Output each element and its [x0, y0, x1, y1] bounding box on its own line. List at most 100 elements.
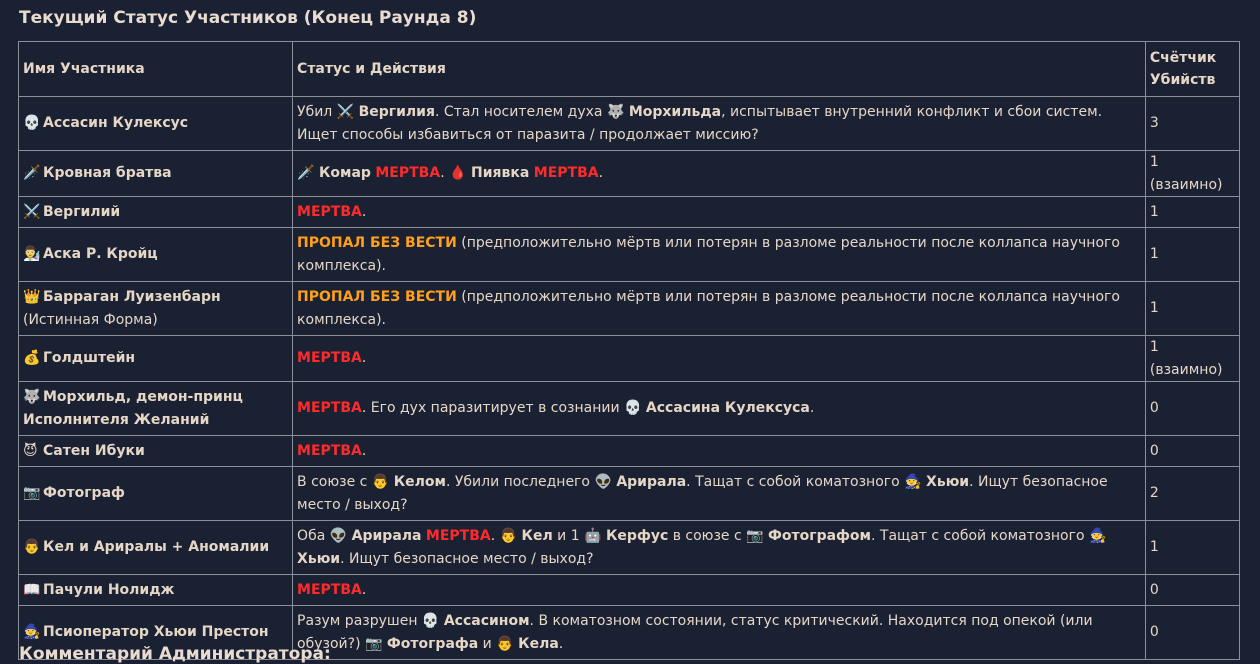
participant-ref: Керфус — [605, 528, 669, 544]
table-row: 🗡️ Кровная братва 🗡️ Комар МЕРТВА. 🩸 Пияв… — [17, 150, 1241, 197]
status-cell: Оба 👽 Арирала МЕРТВА. 👨 Кел и 1 🤖 Керфус… — [292, 520, 1146, 575]
participant-name-cell: 👨‍🔬 Аска Р. Кройц — [17, 227, 294, 282]
participant-name: Барраган Луизенбарн — [43, 289, 221, 305]
participant-name-cell: 💀 Ассасин Кулексус — [17, 96, 294, 151]
participant-ref: Кела — [518, 635, 559, 652]
table-row: 👑 Барраган Луизенбарн (Истинная Форма) ПРО… — [17, 281, 1241, 336]
status-text: . Ищут безопасное место / выход? — [340, 550, 594, 567]
participant-name-cell: 👨 Кел и Арирaлы + Аномалии — [17, 520, 294, 575]
kill-count: 1 — [1144, 196, 1241, 228]
wolf-icon: 🐺 — [23, 389, 41, 405]
swords-icon: ⚔️ — [336, 104, 355, 120]
status-text: . Тащат с собой коматозного — [871, 528, 1089, 544]
dead-status: МЕРТВА — [533, 165, 599, 182]
participant-ref: Хьюи — [926, 474, 970, 490]
status-text: . Убили последнего — [445, 474, 595, 490]
table-row: 👨‍🔬 Аска Р. Кройц ПРОПАЛ БЕЗ ВЕСТИ (предп… — [17, 227, 1241, 282]
participant-name: Пачули Нолидж — [43, 581, 175, 598]
kill-count: 1 — [1144, 227, 1241, 282]
status-text: и 1 — [552, 528, 585, 544]
skull-icon: 💀 — [23, 115, 41, 132]
header-name: Имя Участника — [17, 41, 294, 97]
table-header-row: Имя Участника Статус и Действия Счётчик … — [17, 41, 1241, 97]
kill-count: 0 — [1144, 435, 1241, 467]
participant-ref: Келом — [393, 474, 446, 490]
table-row: 🐺 Морхильд, демон-принц Исполнителя Желан… — [17, 381, 1241, 436]
man-icon: 👨 — [371, 474, 390, 490]
table-row: 💰 Голдштейн МЕРТВА. 1 (взаимно) — [17, 335, 1241, 382]
mage-icon: 🧙 — [904, 474, 922, 490]
participant-ref: Комар — [318, 165, 371, 182]
page-title: Текущий Статус Участников (Конец Раунда … — [19, 8, 477, 28]
missing-status: ПРОПАЛ БЕЗ ВЕСТИ — [297, 289, 457, 305]
scientist-icon: 👨‍🔬 — [23, 246, 41, 263]
dagger-icon: 🗡️ — [297, 165, 315, 182]
missing-status: ПРОПАЛ БЕЗ ВЕСТИ — [297, 235, 457, 251]
participant-ref: Арирала — [351, 528, 422, 544]
participant-name: Аска Р. Кройц — [43, 246, 158, 263]
admin-comment-heading: Комментарий Администратора: — [19, 644, 331, 664]
blood-drop-icon: 🩸 — [449, 165, 467, 182]
camera-icon: 📷 — [23, 485, 41, 502]
table-row: 💀 Ассасин Кулексус Убил ⚔️ Вергилия. Стал… — [17, 96, 1241, 151]
status-cell: ПРОПАЛ БЕЗ ВЕСТИ (предположительно мёртв… — [292, 281, 1146, 336]
header-status: Статус и Действия — [292, 41, 1146, 97]
skull-icon: 💀 — [624, 400, 642, 417]
mage-icon: 🧙 — [23, 624, 41, 641]
participant-ref: Ассасином — [443, 613, 530, 629]
participant-ref: Пиявка — [470, 165, 530, 182]
header-kills: Счётчик Убийств — [1144, 41, 1241, 97]
alien-icon: 👽 — [594, 474, 612, 490]
status-text: . Его дух паразитирует в сознании — [361, 400, 625, 417]
dead-status: МЕРТВА — [375, 165, 441, 182]
participant-name: Морхильд, демон-принц Исполнителя Желани… — [23, 389, 243, 428]
table-row: 📖 Пачули Нолидж МЕРТВА. 0 — [17, 574, 1241, 606]
skull-icon: 💀 — [421, 613, 440, 629]
participant-name-cell: 😈 Сатен Ибуки — [17, 435, 294, 467]
status-text: Убил — [297, 104, 337, 120]
dead-status: МЕРТВА — [297, 581, 362, 598]
status-text: Оба — [297, 528, 330, 544]
wolf-icon: 🐺 — [606, 104, 625, 120]
participant-name-cell: 📖 Пачули Нолидж — [17, 574, 294, 606]
status-cell: МЕРТВА. Его дух паразитирует в сознании … — [292, 381, 1146, 436]
table-row: 📷 Фотограф В союзе с 👨 Келом. Убили после… — [17, 466, 1241, 521]
status-cell: МЕРТВА. — [292, 574, 1146, 606]
status-cell: МЕРТВА. — [292, 435, 1146, 467]
alien-icon: 👽 — [329, 528, 348, 544]
dead-status: МЕРТВА — [425, 528, 491, 544]
status-cell: 🗡️ Комар МЕРТВА. 🩸 Пиявка МЕРТВА. — [292, 150, 1146, 197]
participant-name-cell: 📷 Фотограф — [17, 466, 294, 521]
dagger-icon: 🗡️ — [23, 165, 41, 182]
participant-name: Фотограф — [43, 485, 125, 502]
participant-name: Сатен Ибуки — [43, 442, 145, 459]
participant-name-cell: 🐺 Морхильд, демон-принц Исполнителя Желан… — [17, 381, 294, 436]
man-icon: 👨 — [496, 635, 514, 652]
participants-status-table: Имя Участника Статус и Действия Счётчик … — [17, 41, 1241, 660]
participant-name: Ассасин Кулексус — [43, 115, 189, 132]
status-cell: ПРОПАЛ БЕЗ ВЕСТИ (предположительно мёртв… — [292, 227, 1146, 282]
man-icon: 👨 — [499, 528, 518, 544]
participant-name-cell: ⚔️ Вергилий — [17, 196, 294, 228]
table-row: 😈 Сатен Ибуки МЕРТВА. 0 — [17, 435, 1241, 467]
table-row: ⚔️ Вергилий МЕРТВА. 1 — [17, 196, 1241, 228]
kill-count: 0 — [1144, 381, 1241, 436]
participant-ref: Фотографом — [768, 528, 871, 544]
status-text: в союзе с — [668, 528, 747, 544]
devil-icon: 😈 — [23, 442, 38, 459]
table-row: 👨 Кел и Арирaлы + Аномалии Оба 👽 Арирала … — [17, 520, 1241, 575]
participant-ref: Фотографа — [386, 635, 479, 652]
kill-count: 3 — [1144, 96, 1241, 151]
participant-name: Голдштейн — [43, 350, 136, 367]
participant-name-sub: (Истинная Форма) — [23, 311, 158, 328]
participant-ref: Хьюи — [297, 550, 341, 567]
dead-status: МЕРТВА — [297, 400, 362, 417]
participant-ref: Арирала — [616, 474, 687, 490]
swords-icon: ⚔️ — [23, 203, 41, 220]
participant-name: Вергилий — [43, 203, 121, 220]
status-cell: В союзе с 👨 Келом. Убили последнего 👽 Ар… — [292, 466, 1146, 521]
status-text: и — [478, 635, 497, 652]
status-text: . Тащат с собой коматозного — [686, 474, 905, 490]
kill-count: 1 — [1144, 520, 1241, 575]
kill-count: 1 (взаимно) — [1144, 335, 1241, 382]
